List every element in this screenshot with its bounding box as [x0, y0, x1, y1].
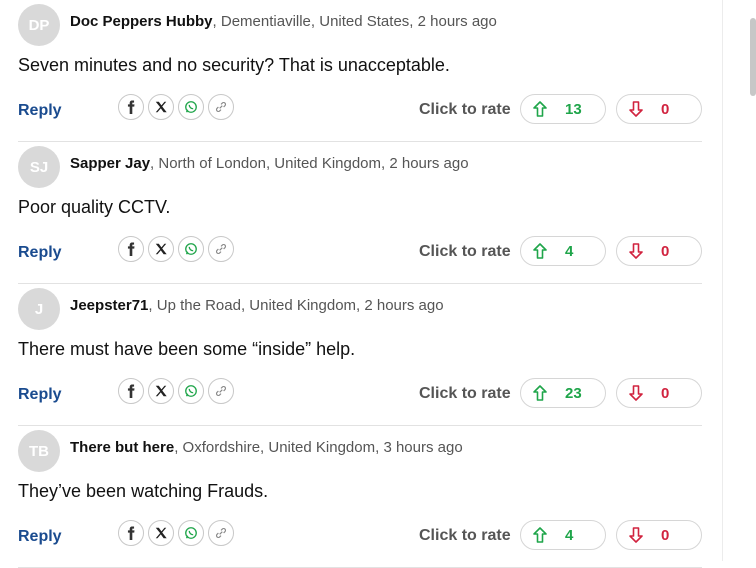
arrow-up-icon	[533, 527, 547, 543]
comment-text: Poor quality CCTV.	[18, 197, 171, 217]
comments-list: DP Doc Peppers Hubby, Dementiaville, Uni…	[18, 0, 702, 568]
upvote-count: 4	[565, 243, 574, 260]
arrow-down-icon	[629, 527, 643, 543]
comment-meta: Sapper Jay, North of London, United King…	[70, 155, 469, 172]
link-icon[interactable]	[208, 236, 234, 262]
facebook-icon[interactable]	[118, 520, 144, 546]
downvote-button[interactable]: 0	[616, 236, 702, 266]
downvote-count: 0	[661, 243, 670, 260]
comment-actions: Reply Click to rate 23 0	[18, 378, 702, 410]
upvote-button[interactable]: 4	[520, 236, 606, 266]
arrow-up-icon	[533, 385, 547, 401]
whatsapp-icon[interactable]	[178, 520, 204, 546]
comment: SJ Sapper Jay, North of London, United K…	[18, 142, 702, 284]
downvote-count: 0	[661, 527, 670, 544]
avatar: J	[18, 288, 60, 330]
rate-label: Click to rate	[419, 385, 511, 402]
facebook-icon[interactable]	[118, 94, 144, 120]
avatar: DP	[18, 4, 60, 46]
comment: TB There but here, Oxfordshire, United K…	[18, 426, 702, 568]
upvote-button[interactable]: 23	[520, 378, 606, 408]
comment-meta: Jeepster71, Up the Road, United Kingdom,…	[70, 297, 444, 314]
comment-text: There must have been some “inside” help.	[18, 339, 356, 359]
whatsapp-icon[interactable]	[178, 236, 204, 262]
share-buttons	[118, 378, 234, 404]
location-time: , Up the Road, United Kingdom, 2 hours a…	[148, 297, 444, 314]
facebook-icon[interactable]	[118, 236, 144, 262]
x-icon[interactable]	[148, 236, 174, 262]
downvote-button[interactable]: 0	[616, 520, 702, 550]
scrollbar-thumb[interactable]	[750, 18, 756, 96]
downvote-count: 0	[661, 101, 670, 118]
rate-label: Click to rate	[419, 243, 511, 260]
link-icon[interactable]	[208, 94, 234, 120]
rate-label: Click to rate	[419, 527, 511, 544]
arrow-up-icon	[533, 101, 547, 117]
downvote-button[interactable]: 0	[616, 94, 702, 124]
comment-actions: Reply Click to rate 13 0	[18, 94, 702, 126]
location-time: , North of London, United Kingdom, 2 hou…	[150, 155, 469, 172]
facebook-icon[interactable]	[118, 378, 144, 404]
share-buttons	[118, 236, 234, 262]
comment-meta: There but here, Oxfordshire, United King…	[70, 439, 463, 456]
author-name[interactable]: Sapper Jay	[70, 155, 150, 172]
comment-text: Seven minutes and no security? That is u…	[18, 55, 450, 75]
downvote-count: 0	[661, 385, 670, 402]
author-name[interactable]: There but here	[70, 439, 174, 456]
author-name[interactable]: Doc Peppers Hubby	[70, 13, 213, 30]
arrow-down-icon	[629, 243, 643, 259]
comment-meta: Doc Peppers Hubby, Dementiaville, United…	[70, 13, 497, 30]
comment-actions: Reply Click to rate 4 0	[18, 520, 702, 552]
comment: DP Doc Peppers Hubby, Dementiaville, Uni…	[18, 0, 702, 142]
comment: J Jeepster71, Up the Road, United Kingdo…	[18, 284, 702, 426]
reply-button[interactable]: Reply	[18, 244, 62, 262]
share-buttons	[118, 520, 234, 546]
author-name[interactable]: Jeepster71	[70, 297, 148, 314]
downvote-button[interactable]: 0	[616, 378, 702, 408]
comment-actions: Reply Click to rate 4 0	[18, 236, 702, 268]
upvote-count: 4	[565, 527, 574, 544]
reply-button[interactable]: Reply	[18, 102, 62, 120]
avatar: SJ	[18, 146, 60, 188]
x-icon[interactable]	[148, 520, 174, 546]
whatsapp-icon[interactable]	[178, 94, 204, 120]
reply-button[interactable]: Reply	[18, 386, 62, 404]
upvote-button[interactable]: 4	[520, 520, 606, 550]
rate-label: Click to rate	[419, 101, 511, 118]
arrow-down-icon	[629, 385, 643, 401]
x-icon[interactable]	[148, 94, 174, 120]
upvote-count: 13	[565, 101, 582, 118]
arrow-up-icon	[533, 243, 547, 259]
upvote-count: 23	[565, 385, 582, 402]
link-icon[interactable]	[208, 520, 234, 546]
avatar: TB	[18, 430, 60, 472]
arrow-down-icon	[629, 101, 643, 117]
x-icon[interactable]	[148, 378, 174, 404]
reply-button[interactable]: Reply	[18, 528, 62, 546]
link-icon[interactable]	[208, 378, 234, 404]
location-time: , Dementiaville, United States, 2 hours …	[212, 13, 497, 30]
comment-text: They’ve been watching Frauds.	[18, 481, 269, 501]
whatsapp-icon[interactable]	[178, 378, 204, 404]
share-buttons	[118, 94, 234, 120]
upvote-button[interactable]: 13	[520, 94, 606, 124]
location-time: , Oxfordshire, United Kingdom, 3 hours a…	[174, 439, 463, 456]
